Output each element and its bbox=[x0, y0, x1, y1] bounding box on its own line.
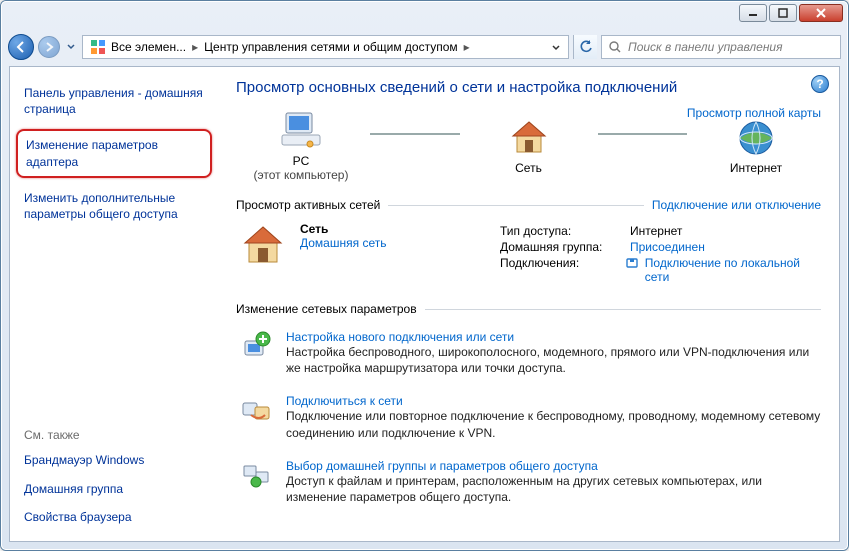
back-arrow-icon bbox=[14, 40, 28, 54]
sidebar: Панель управления - домашняя страница Из… bbox=[10, 67, 218, 541]
kv-value: Интернет bbox=[630, 224, 682, 238]
address-bar[interactable]: Все элемен... ▸ Центр управления сетями … bbox=[82, 35, 569, 59]
map-node-label: PC bbox=[236, 154, 366, 168]
task-item: Подключиться к сети Подключение или повт… bbox=[236, 386, 821, 450]
close-icon bbox=[815, 8, 827, 18]
search-icon bbox=[608, 40, 622, 54]
sidebar-seealso-heading: См. также bbox=[24, 428, 208, 442]
maximize-icon bbox=[778, 8, 788, 18]
refresh-button[interactable] bbox=[573, 35, 597, 59]
see-full-map-link[interactable]: Просмотр полной карты bbox=[687, 106, 821, 120]
chevron-down-icon bbox=[67, 44, 75, 50]
map-node-network[interactable]: Сеть bbox=[464, 117, 594, 175]
sidebar-firewall-link[interactable]: Брандмауэр Windows bbox=[24, 452, 208, 468]
control-panel-icon bbox=[89, 38, 107, 56]
kv-key: Домашняя группа: bbox=[500, 240, 630, 254]
window-frame: Все элемен... ▸ Центр управления сетями … bbox=[1, 1, 848, 550]
section-change-settings: Изменение сетевых параметров bbox=[236, 302, 821, 316]
close-button[interactable] bbox=[799, 4, 843, 22]
homegroup-status-link[interactable]: Присоединен bbox=[630, 240, 705, 254]
breadcrumb-item[interactable]: Центр управления сетями и общим доступом bbox=[204, 40, 458, 54]
section-active-networks: Просмотр активных сетей Подключение или … bbox=[236, 198, 821, 212]
computer-icon bbox=[280, 110, 322, 152]
task-title-link[interactable]: Настройка нового подключения или сети bbox=[286, 330, 514, 344]
breadcrumb-sep: ▸ bbox=[458, 40, 476, 54]
task-item: Выбор домашней группы и параметров общег… bbox=[236, 451, 821, 515]
map-connector bbox=[370, 133, 460, 135]
main-panel: ? Просмотр основных сведений о сети и на… bbox=[218, 67, 839, 541]
sidebar-homegroup-link[interactable]: Домашняя группа bbox=[24, 481, 208, 497]
sidebar-browser-props-link[interactable]: Свойства браузера bbox=[24, 509, 208, 525]
network-map: Просмотр полной карты PC (этот компьютер… bbox=[236, 106, 821, 188]
network-category-link[interactable]: Домашняя сеть bbox=[300, 236, 386, 250]
map-node-label: Сеть bbox=[464, 161, 594, 175]
network-entry: Сеть Домашняя сеть Тип доступа:Интернет … bbox=[236, 218, 821, 292]
connection-link[interactable]: Подключение по локальной сети bbox=[645, 256, 821, 284]
house-icon bbox=[240, 222, 286, 286]
task-desc: Подключение или повторное подключение к … bbox=[286, 408, 821, 440]
search-placeholder: Поиск в панели управления bbox=[628, 40, 783, 54]
task-desc: Доступ к файлам и принтерам, расположенн… bbox=[286, 473, 821, 505]
sidebar-advanced-sharing-link[interactable]: Изменить дополнительные параметры общего… bbox=[24, 190, 208, 222]
map-node-internet[interactable]: Интернет bbox=[691, 117, 821, 175]
task-desc: Настройка беспроводного, широкополосного… bbox=[286, 344, 821, 376]
map-node-label: Интернет bbox=[691, 161, 821, 175]
connect-network-icon bbox=[240, 394, 272, 426]
sidebar-home-link[interactable]: Панель управления - домашняя страница bbox=[24, 85, 208, 117]
map-connector bbox=[598, 133, 688, 135]
globe-icon bbox=[735, 117, 777, 159]
homegroup-sharing-icon bbox=[240, 459, 272, 491]
task-title-link[interactable]: Подключиться к сети bbox=[286, 394, 403, 408]
ethernet-icon bbox=[625, 256, 638, 270]
forward-button[interactable] bbox=[38, 36, 60, 58]
house-icon bbox=[508, 117, 550, 159]
refresh-icon bbox=[579, 40, 593, 54]
breadcrumb-item[interactable]: Все элемен... bbox=[111, 40, 186, 54]
new-connection-icon bbox=[240, 330, 272, 362]
back-button[interactable] bbox=[8, 34, 34, 60]
task-title-link[interactable]: Выбор домашней группы и параметров общег… bbox=[286, 459, 598, 473]
task-item: Настройка нового подключения или сети На… bbox=[236, 322, 821, 386]
section-label: Просмотр активных сетей bbox=[236, 198, 388, 212]
history-dropdown[interactable] bbox=[64, 36, 78, 58]
section-label: Изменение сетевых параметров bbox=[236, 302, 425, 316]
minimize-button[interactable] bbox=[739, 4, 767, 22]
search-box[interactable]: Поиск в панели управления bbox=[601, 35, 841, 59]
content-frame: Панель управления - домашняя страница Из… bbox=[9, 66, 840, 542]
chevron-down-icon bbox=[552, 45, 560, 51]
forward-arrow-icon bbox=[43, 41, 55, 53]
kv-key: Подключения: bbox=[500, 256, 625, 284]
page-title: Просмотр основных сведений о сети и наст… bbox=[236, 79, 821, 96]
minimize-icon bbox=[748, 9, 758, 17]
maximize-button[interactable] bbox=[769, 4, 797, 22]
task-list: Настройка нового подключения или сети На… bbox=[236, 322, 821, 515]
kv-key: Тип доступа: bbox=[500, 224, 630, 238]
title-bar bbox=[2, 2, 847, 30]
toolbar: Все элемен... ▸ Центр управления сетями … bbox=[8, 30, 841, 64]
sidebar-adapter-settings-link[interactable]: Изменение параметров адаптера bbox=[16, 129, 212, 177]
breadcrumb-sep: ▸ bbox=[186, 40, 204, 54]
network-name: Сеть bbox=[300, 222, 386, 236]
connect-disconnect-link[interactable]: Подключение или отключение bbox=[644, 198, 821, 212]
address-dropdown[interactable] bbox=[546, 40, 566, 54]
map-node-computer[interactable]: PC (этот компьютер) bbox=[236, 110, 366, 182]
help-button[interactable]: ? bbox=[811, 75, 829, 93]
map-node-caption: (этот компьютер) bbox=[236, 168, 366, 182]
